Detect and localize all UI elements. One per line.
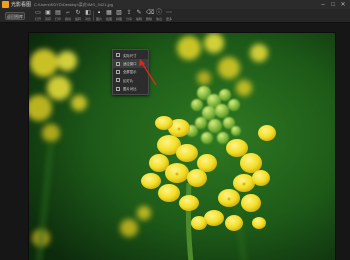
close-button[interactable]: ✕ [340,2,346,8]
image-viewer[interactable]: 实际尺寸适应窗口全屏显示幻灯片图片对比 [0,23,350,260]
square-icon [116,53,120,58]
tool-label: 打开 [34,17,41,21]
tool-label: 更多 [165,17,172,21]
tool-more[interactable]: ⋯ 更多 [164,9,174,23]
tool-rotate[interactable]: ↻ 旋转 [73,9,83,23]
tool-share[interactable]: ⇪ 分享 [124,9,134,23]
minimize-button[interactable]: – [320,2,326,8]
delete-icon: ⌫ [146,10,155,16]
print-icon: ▤ [55,10,61,16]
tool-label: 编辑 [135,17,142,21]
window-controls: – □ ✕ [320,2,346,8]
menu-item[interactable]: 全屏显示 [113,68,148,76]
tool-frame[interactable]: ▪ 图片 [94,9,104,23]
title-bar: 光影看图 C:\Users\KDYD\Desktop\菜花\IMG_0421.j… [0,0,350,9]
share-icon: ⇪ [126,10,132,16]
tool-label: 截图 [105,17,112,21]
menu-item-label: 图片对比 [123,87,137,92]
tool-print[interactable]: ▤ 打印 [53,9,63,23]
tool-crop[interactable]: ⌐ 裁剪 [63,9,73,23]
tool-label: 对比 [84,17,91,21]
save-icon: ▣ [45,10,51,16]
tool-grid[interactable]: ▧ 拼图 [114,9,124,23]
menu-item-label: 全屏显示 [123,70,137,75]
folder-open-icon: ▭ [35,10,41,16]
menu-item-label: 实际尺寸 [123,53,137,58]
tool-crop-view[interactable]: ▦ 截图 [104,9,114,23]
maximize-button[interactable]: □ [330,2,336,8]
tool-delete[interactable]: ⌫ 删除 [144,9,155,23]
menu-item[interactable]: 实际尺寸 [113,51,148,59]
compare-icon: ◧ [85,10,91,16]
square-icon [116,69,120,74]
tool-info[interactable]: ⓘ 信息 [154,9,164,23]
tool-label: 删除 [145,17,152,21]
view-mode-menu: 实际尺寸适应窗口全屏显示幻灯片图片对比 [112,49,149,95]
tool-label: 裁剪 [64,17,71,21]
back-to-library-button[interactable]: 返回图库 [5,12,25,20]
edit-icon: ✎ [136,10,142,16]
menu-item-label: 适应窗口 [123,62,137,67]
menu-item[interactable]: 图片对比 [113,85,148,93]
tool-label: 旋转 [74,17,81,21]
menu-item[interactable]: 适应窗口 [113,59,148,68]
file-path: C:\Users\KDYD\Desktop\菜花\IMG_0421.jpg [34,1,113,7]
crop-view-icon: ▦ [106,10,112,16]
tool-label: 拼图 [115,17,122,21]
square-icon [116,78,120,83]
info-icon: ⓘ [156,10,163,16]
menu-item[interactable]: 幻灯片 [113,76,148,84]
grid-icon: ▧ [116,10,122,16]
more-icon: ⋯ [166,10,172,16]
frame-icon: ▪ [97,10,101,16]
tool-edit[interactable]: ✎ 编辑 [134,9,144,23]
app-title: 光影看图 [11,2,32,8]
menu-item-label: 幻灯片 [123,78,134,83]
rapeseed-flower-image [29,33,335,260]
tool-label: 打印 [54,17,61,21]
tool-label: 分享 [125,17,132,21]
rotate-icon: ↻ [75,10,81,16]
tool-save[interactable]: ▣ 另存 [43,9,53,23]
square-icon [116,86,120,91]
photo-canvas[interactable] [28,32,336,260]
tool-compare[interactable]: ◧ 对比 [83,9,93,23]
tool-label: 图片 [95,17,102,21]
square-icon [116,61,120,66]
crop-icon: ⌐ [66,10,70,16]
tool-label: 信息 [155,17,162,21]
app-logo-icon [2,1,9,8]
toolbar: 返回图库 ▭ 打开 ▣ 另存 ▤ 打印 ⌐ 裁剪 ↻ 旋转 ◧ 对比 ▪ 图片 ▦ 截图 ▧ 拼图 ⇪ 分享 ✎ 编辑 ⌫ 删… [0,9,350,23]
tool-group: ▭ 打开 ▣ 另存 ▤ 打印 ⌐ 裁剪 ↻ 旋转 ◧ 对比 ▪ 图片 ▦ 截图 ▧ 拼图 ⇪ 分享 ✎ 编辑 ⌫ 删除 ⓘ 信息 ⋯… [33,9,174,23]
tool-folder-open[interactable]: ▭ 打开 [33,9,43,23]
tool-label: 另存 [44,17,51,21]
